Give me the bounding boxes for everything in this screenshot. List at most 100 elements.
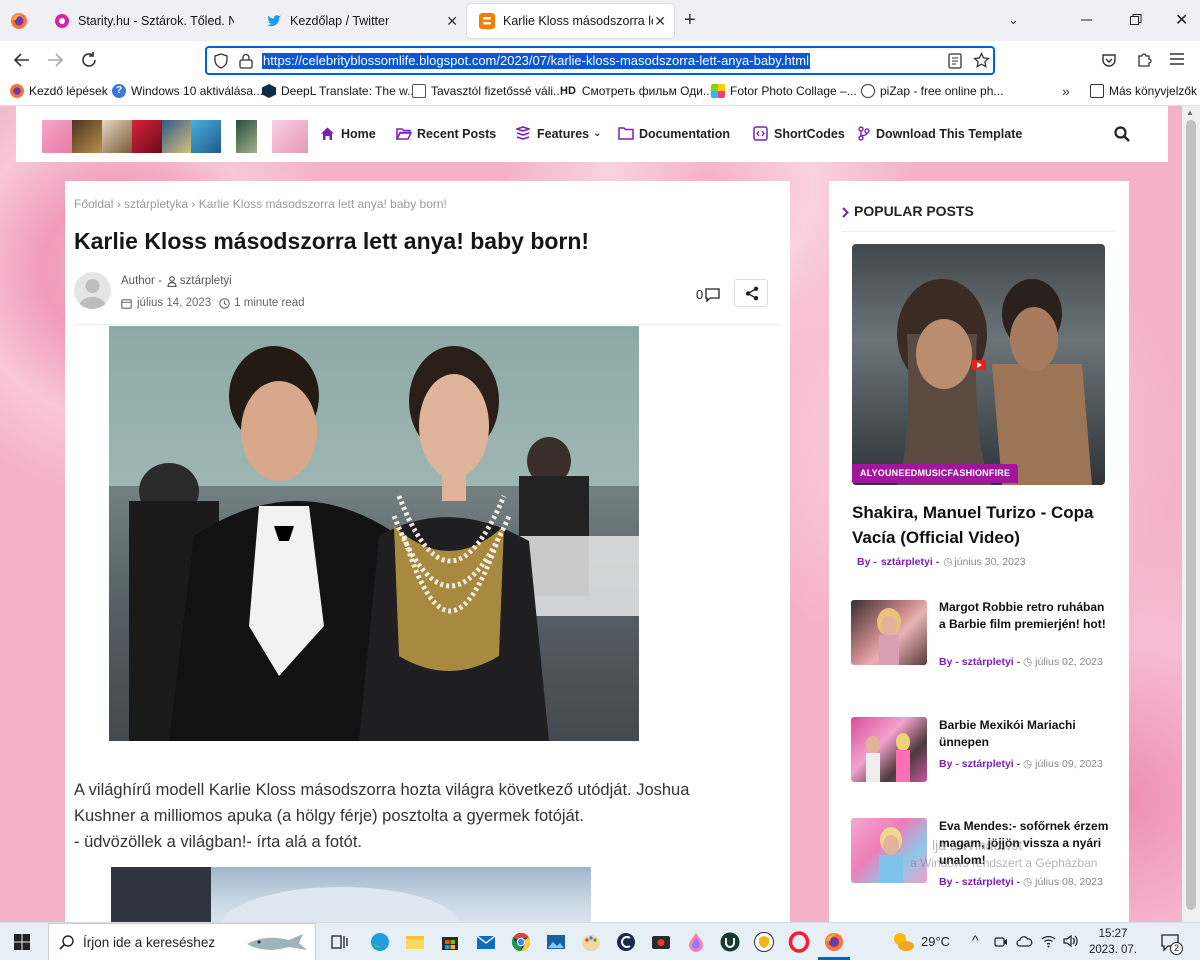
volume-icon[interactable] (1063, 934, 1078, 948)
popular-post-title[interactable]: Barbie Mexikói Mariachi ünnepen (939, 717, 1114, 751)
bookmark-other[interactable]: Más könyvjelzők (1090, 84, 1197, 98)
show-hidden-icons-chevron-icon[interactable]: ^ (972, 932, 979, 948)
nav-recent-posts[interactable]: Recent Posts (396, 126, 496, 141)
popular-post-item[interactable]: Barbie Mexikói Mariachi ünnepen By - szt… (851, 717, 1105, 817)
share-icon (745, 286, 759, 301)
reader-view-icon[interactable] (948, 53, 962, 69)
page-icon (412, 84, 426, 98)
nav-home[interactable]: Home (320, 126, 376, 141)
vpn-shield-icon[interactable] (753, 931, 775, 953)
new-tab-icon[interactable]: + (684, 10, 696, 30)
author-avatar[interactable] (74, 272, 111, 309)
meta-divider (74, 324, 780, 325)
address-bar[interactable]: https://celebrityblossomlife.blogspot.co… (205, 46, 995, 75)
paint-icon[interactable] (580, 931, 602, 953)
bookmark-star-icon[interactable] (973, 52, 990, 69)
tab-strip: Starity.hu - Sztárok. Tőled. Neke Kezdől… (0, 0, 1200, 41)
calendar-icon (121, 298, 132, 309)
post-date: július 02, 2023 (1035, 656, 1103, 668)
navigation-toolbar: https://celebrityblossomlife.blogspot.co… (0, 41, 1200, 79)
windows-start-icon[interactable] (14, 934, 30, 950)
popular-post-thumbnail[interactable] (851, 717, 927, 782)
nav-shortcodes[interactable]: ShortCodes (753, 126, 845, 141)
popular-post-item[interactable]: Margot Robbie retro ruhában a Barbie fil… (851, 600, 1106, 700)
list-tabs-chevron-icon[interactable]: ⌄ (1008, 12, 1019, 28)
forward-arrow-icon[interactable] (46, 51, 64, 69)
drop-app-icon[interactable] (685, 931, 707, 953)
temperature[interactable]: 29°C (921, 934, 950, 949)
by-label: By - (939, 876, 959, 888)
popular-posts-heading: POPULAR POSTS (854, 203, 974, 219)
onedrive-cloud-icon[interactable] (1016, 935, 1033, 947)
popular-post-title[interactable]: Margot Robbie retro ruhában a Barbie fil… (939, 599, 1114, 633)
page-viewport[interactable]: Home Recent Posts Features ⌄ Documentati… (0, 106, 1182, 922)
bookmark-pizap[interactable]: piZap - free online ph... (861, 84, 1003, 98)
ccleaner-icon[interactable] (615, 931, 637, 953)
popular-post-thumbnail[interactable] (851, 600, 927, 665)
lock-icon[interactable] (239, 53, 253, 69)
opera-icon[interactable] (788, 931, 810, 953)
bookmark-fotor[interactable]: Fotor Photo Collage –... (711, 84, 857, 98)
tab-starity[interactable]: Starity.hu - Sztárok. Tőled. Neke (42, 4, 254, 38)
app-menu-hamburger-icon[interactable] (1170, 53, 1184, 65)
featured-post-image[interactable]: ALYOUNEEDMUSICFASHIONFIRE (852, 244, 1105, 485)
author-name[interactable]: sztárpletyi (180, 275, 232, 287)
breadcrumb-category[interactable]: sztárpletyka (124, 197, 188, 211)
wifi-icon[interactable] (1041, 934, 1056, 948)
task-view-icon[interactable] (328, 931, 350, 953)
tab-karlie-kloss[interactable]: Karlie Kloss másodszorra lett an ✕ (467, 4, 674, 38)
restore-window-icon[interactable] (1130, 14, 1142, 26)
file-explorer-icon[interactable] (404, 931, 426, 953)
nav-features[interactable]: Features ⌄ (516, 126, 602, 141)
pocket-icon[interactable] (1101, 52, 1117, 68)
url-text[interactable]: https://celebrityblossomlife.blogspot.co… (262, 53, 810, 69)
reload-icon[interactable] (80, 51, 98, 69)
featured-post-tag[interactable]: ALYOUNEEDMUSICFASHIONFIRE (852, 464, 1019, 483)
firefox-menu-icon[interactable] (10, 12, 28, 30)
search-icon[interactable] (1114, 126, 1130, 142)
close-tab-icon[interactable]: ✕ (654, 13, 666, 30)
post-author[interactable]: sztárpletyi - (881, 556, 939, 568)
nav-documentation[interactable]: Documentation (618, 126, 730, 141)
bookmark-windows-10[interactable]: ? Windows 10 aktiválása... (112, 84, 263, 98)
breadcrumb-home[interactable]: Főoldal (74, 197, 113, 211)
share-button[interactable] (734, 279, 768, 307)
user-icon (167, 275, 177, 287)
meet-now-icon[interactable] (994, 935, 1008, 949)
shield-tracking-icon[interactable] (213, 53, 229, 69)
back-arrow-icon[interactable] (13, 51, 31, 69)
weather-icon[interactable] (891, 930, 914, 952)
close-tab-icon[interactable]: ✕ (446, 13, 458, 30)
tab-twitter[interactable]: Kezdőlap / Twitter ✕ (254, 4, 466, 38)
post-author[interactable]: sztárpletyi - (962, 876, 1020, 888)
nav-download-template[interactable]: Download This Template (858, 126, 1022, 141)
bookmark-kezdo-lepesek[interactable]: Kezdő lépések (10, 84, 108, 98)
code-icon (753, 126, 768, 141)
post-author[interactable]: sztárpletyi - (962, 656, 1020, 668)
photos-app-icon[interactable] (545, 931, 567, 953)
taskbar-search-placeholder: Írjon ide a kereséshez (83, 935, 216, 950)
comment-count[interactable]: 0 (696, 287, 720, 302)
clock-area[interactable]: 15:27 2023. 07. 14. (1084, 926, 1142, 960)
upwork-icon[interactable] (719, 931, 741, 953)
bookmark-deepl[interactable]: DeepL Translate: The w... (262, 84, 417, 98)
firefox-taskbar-icon[interactable] (823, 931, 845, 953)
edge-browser-icon[interactable] (369, 931, 391, 953)
taskbar-search-box[interactable]: Írjon ide a kereséshez (48, 923, 316, 960)
bookmark-tavasztol[interactable]: Tavasztól fizetőssé váli... (412, 84, 563, 98)
bookmark-hd-film[interactable]: HD Смотреть фильм Оди... (560, 84, 713, 98)
page-scrollbar-thumb[interactable] (1186, 120, 1196, 910)
post-author[interactable]: sztárpletyi - (962, 758, 1020, 770)
featured-post-title[interactable]: Shakira, Manuel Turizo - Copa Vacía (Off… (852, 500, 1107, 550)
video-recorder-icon[interactable] (650, 931, 672, 953)
post-container: Főoldal › sztárpletyka › Karlie Kloss má… (65, 181, 790, 922)
chrome-icon[interactable] (510, 931, 532, 953)
microsoft-store-icon[interactable] (439, 931, 461, 953)
minimize-window-icon[interactable] (1081, 10, 1093, 26)
scroll-up-arrow-icon[interactable]: ▲ (1186, 108, 1194, 117)
mail-icon[interactable] (475, 931, 497, 953)
close-window-icon[interactable]: ✕ (1175, 10, 1188, 30)
chevron-more-icon[interactable]: » (1062, 83, 1070, 99)
extensions-puzzle-icon[interactable] (1136, 51, 1153, 68)
site-logo[interactable] (42, 120, 308, 153)
